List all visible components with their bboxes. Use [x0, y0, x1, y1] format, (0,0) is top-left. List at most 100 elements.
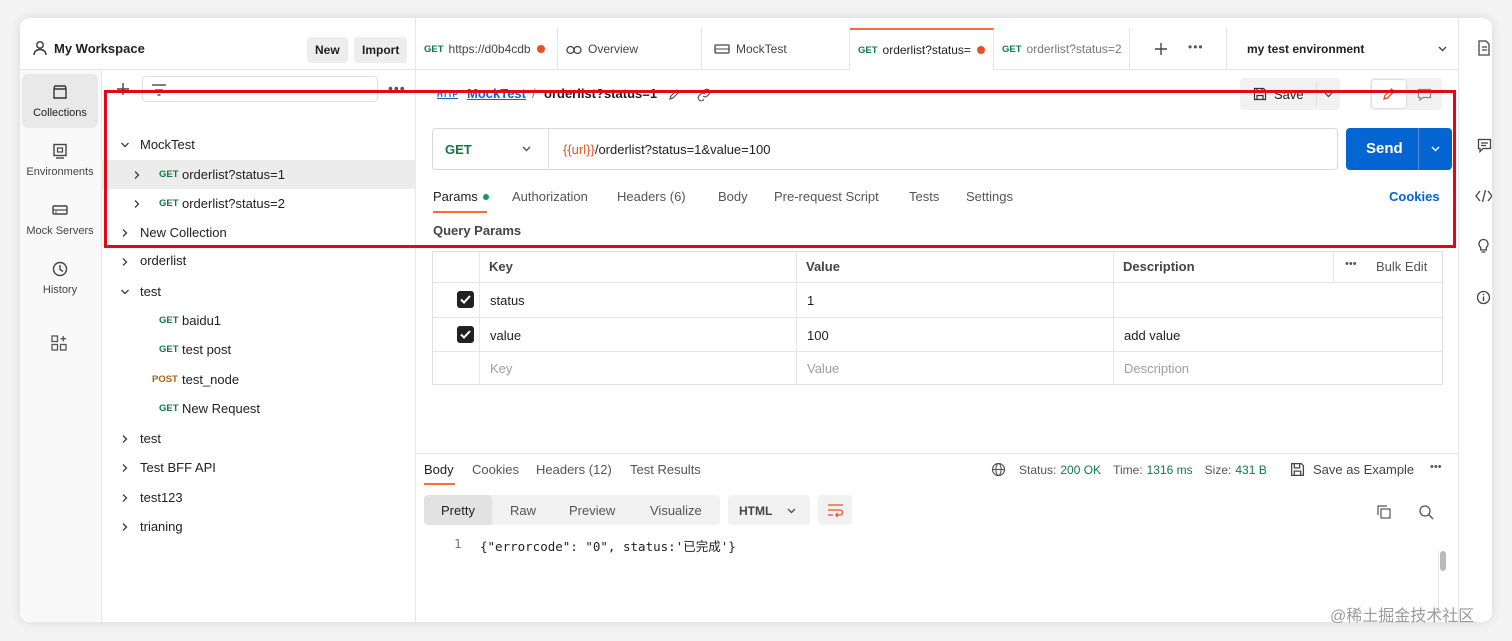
postman-window: My Workspace New Import Collections Envi…: [20, 18, 1492, 622]
response-tab-cookies[interactable]: Cookies: [472, 462, 519, 477]
save-as-example-button[interactable]: Save as Example: [1313, 462, 1414, 477]
rail-environments[interactable]: Environments: [22, 133, 98, 187]
format-select[interactable]: HTML: [728, 495, 810, 525]
user-icon: [33, 41, 47, 56]
tab-orderlist-active[interactable]: GET orderlist?status=: [850, 28, 994, 70]
overview-icon: [566, 45, 582, 55]
tree-item-label: baidu1: [182, 313, 222, 328]
param-description-cell[interactable]: add value: [1124, 328, 1180, 343]
rail-history[interactable]: History: [22, 251, 98, 305]
code-icon[interactable]: [1475, 189, 1492, 203]
time-value[interactable]: 1316 ms: [1147, 463, 1193, 477]
bulk-edit-button[interactable]: Bulk Edit: [1376, 259, 1427, 274]
highlight-box: [104, 90, 1456, 248]
tree-request-new-request[interactable]: GET New Request: [102, 394, 416, 423]
environment-name: my test environment: [1247, 42, 1365, 56]
method-badge: GET: [159, 344, 179, 355]
tab-overview[interactable]: Overview: [558, 28, 702, 70]
wrap-lines-button[interactable]: [818, 495, 852, 525]
right-rail: [1458, 18, 1492, 622]
param-checkbox[interactable]: [457, 326, 474, 343]
unsaved-dot: [536, 45, 545, 53]
tree-item-label: orderlist: [140, 253, 187, 268]
tree-item-label: test: [140, 431, 161, 446]
tree-request-baidu1[interactable]: GET baidu1: [102, 306, 416, 335]
history-icon: [52, 261, 68, 277]
response-body-line[interactable]: {"errorcode": "0", status:'已完成'}: [480, 536, 736, 555]
rail-label: History: [42, 284, 78, 296]
tree-item-trianing[interactable]: trianing: [102, 512, 416, 541]
copy-icon[interactable]: [1376, 504, 1392, 520]
view-tab-preview[interactable]: Preview: [569, 503, 615, 518]
response-tab-test-results[interactable]: Test Results: [630, 462, 701, 477]
configure-workbench-icon[interactable]: [50, 334, 68, 352]
method-badge: GET: [1002, 43, 1022, 55]
search-icon[interactable]: [1418, 504, 1434, 520]
params-table: Key Value Description ••• Bulk Edit stat…: [432, 251, 1443, 385]
info-icon[interactable]: [1476, 290, 1491, 305]
new-param-value-input[interactable]: Value: [807, 361, 839, 376]
vertical-scrollbar[interactable]: [1440, 551, 1446, 571]
param-key-cell[interactable]: status: [490, 293, 525, 308]
rail-label: Environments: [26, 166, 94, 178]
rail-mock-servers[interactable]: Mock Servers: [22, 192, 98, 246]
import-button[interactable]: Import: [354, 37, 408, 63]
time-label: Time:: [1113, 463, 1143, 477]
environment-selector[interactable]: my test environment: [1226, 28, 1458, 70]
param-checkbox[interactable]: [457, 291, 474, 308]
chevron-right-icon: [122, 435, 128, 443]
tree-item-label: New Request: [182, 401, 261, 416]
comments-icon[interactable]: [1477, 138, 1492, 153]
response-tab-headers[interactable]: Headers (12): [536, 462, 612, 477]
response-meta: Status: 200 OK Time: 1316 ms Size: 431 B: [1019, 463, 1267, 477]
new-button[interactable]: New: [307, 37, 348, 63]
response-tab-body[interactable]: Body: [424, 462, 454, 477]
tree-item-label: Test BFF API: [140, 460, 216, 475]
chevron-right-icon: [122, 523, 128, 531]
check-icon: [460, 295, 471, 304]
response-more-icon[interactable]: •••: [1430, 461, 1442, 473]
method-badge: GET: [424, 43, 444, 55]
lightbulb-icon[interactable]: [1476, 238, 1491, 254]
tree-item-label: test post: [182, 342, 232, 357]
param-value-cell[interactable]: 100: [807, 328, 829, 343]
tree-item-test123[interactable]: test123: [102, 483, 416, 512]
param-value-cell[interactable]: 1: [807, 293, 814, 308]
mock-servers-icon: [52, 205, 68, 215]
size-value[interactable]: 431 B: [1235, 463, 1266, 477]
method-badge: GET: [159, 315, 179, 326]
collections-icon: [53, 85, 67, 99]
tab-https[interactable]: GET https://d0b4cdb: [416, 28, 558, 70]
tab-label: orderlist?status=: [882, 43, 971, 57]
tab-orderlist-2[interactable]: GET orderlist?status=2: [994, 28, 1130, 70]
tree-item-test-2[interactable]: test: [102, 424, 416, 453]
tree-item-orderlist[interactable]: orderlist: [102, 247, 416, 269]
status-value[interactable]: 200 OK: [1060, 463, 1101, 477]
param-key-cell[interactable]: value: [490, 328, 521, 343]
unsaved-dot: [976, 46, 985, 54]
tree-item-test[interactable]: test: [102, 277, 416, 306]
tree-request-test-post[interactable]: GET test post: [102, 335, 416, 364]
tree-request-test-node[interactable]: POST test_node: [102, 365, 416, 394]
method-badge: POST: [152, 374, 178, 385]
table-more-icon[interactable]: •••: [1345, 258, 1357, 270]
wrap-lines-icon: [828, 504, 844, 517]
tab-mocktest[interactable]: MockTest: [702, 28, 850, 70]
chevron-down-icon: [121, 289, 129, 295]
rail-collections[interactable]: Collections: [22, 74, 98, 128]
new-param-description-input[interactable]: Description: [1124, 361, 1189, 376]
tree-item-label: trianing: [140, 519, 183, 534]
view-tab-visualize[interactable]: Visualize: [650, 503, 702, 518]
tree-item-test-bff-api[interactable]: Test BFF API: [102, 453, 416, 482]
new-param-key-input[interactable]: Key: [490, 361, 512, 376]
documentation-icon[interactable]: [1477, 40, 1491, 56]
globe-icon[interactable]: [991, 462, 1006, 477]
tree-item-label: test123: [140, 490, 183, 505]
line-number: 1: [454, 536, 462, 551]
view-tab-raw[interactable]: Raw: [510, 503, 536, 518]
view-tab-pretty[interactable]: Pretty: [441, 503, 475, 518]
tab-label: MockTest: [736, 42, 787, 56]
new-tab-plus-icon[interactable]: [1154, 42, 1168, 56]
tabs-more-icon[interactable]: •••: [1188, 40, 1204, 54]
chevron-right-icon: [122, 258, 128, 266]
